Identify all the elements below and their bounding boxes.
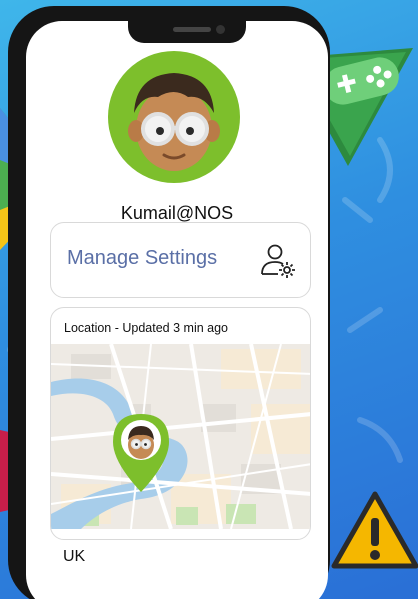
- location-title: Location - Updated 3 min ago: [64, 321, 228, 335]
- map-view[interactable]: [51, 344, 311, 529]
- boy-with-glasses-avatar-icon: [128, 73, 220, 171]
- phone-frame: Kumail@NOS Manage Settings Location - Up…: [8, 6, 330, 599]
- phone-notch: [128, 21, 246, 43]
- camera: [216, 25, 225, 34]
- warning-icon: [331, 491, 418, 569]
- phone-screen: Kumail@NOS Manage Settings Location - Up…: [26, 21, 328, 599]
- location-country: UK: [63, 548, 86, 565]
- user-settings-icon: [261, 244, 295, 278]
- speaker: [173, 27, 211, 32]
- manage-settings-label: Manage Settings: [67, 247, 218, 269]
- location-card[interactable]: Location - Updated 3 min ago: [50, 307, 311, 540]
- manage-settings-button[interactable]: Manage Settings: [50, 222, 311, 298]
- avatar[interactable]: [108, 51, 240, 183]
- username: Kumail@NOS: [120, 203, 234, 223]
